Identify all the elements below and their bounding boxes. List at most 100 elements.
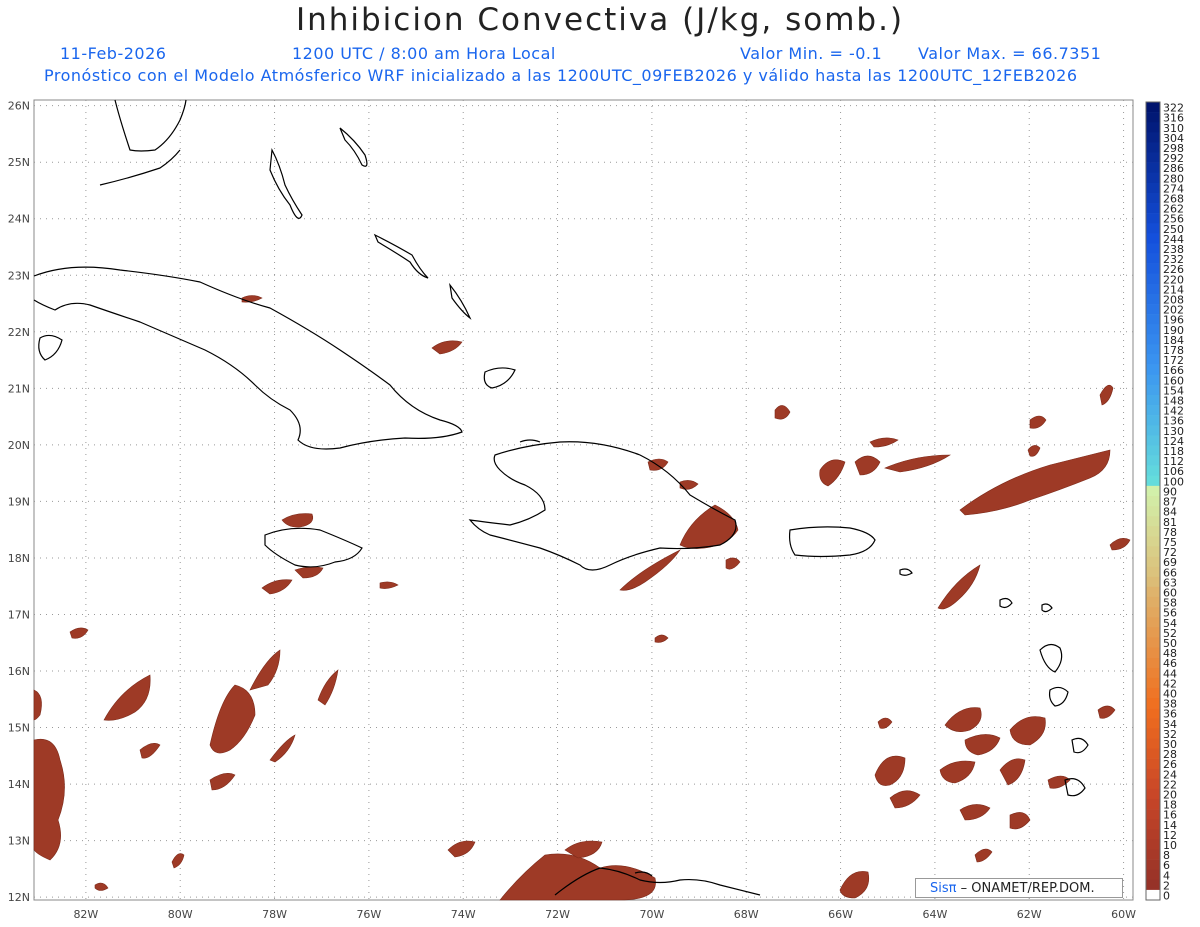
lat-label: 12N	[8, 891, 30, 904]
colorbar-swatch	[1146, 617, 1160, 628]
colorbar-swatch	[1146, 213, 1160, 224]
lat-label: 19N	[8, 495, 30, 508]
lon-label: 72W	[545, 908, 570, 921]
colorbar-swatch	[1146, 435, 1160, 446]
lat-label: 16N	[8, 665, 30, 678]
lat-label: 25N	[8, 156, 30, 169]
lon-label: 80W	[168, 908, 193, 921]
colorbar-swatch	[1146, 809, 1160, 820]
colorbar-swatch	[1146, 354, 1160, 365]
colorbar-swatch	[1146, 647, 1160, 658]
lat-label: 26N	[8, 100, 30, 113]
sispi-logo: Sisπ	[930, 881, 957, 896]
colorbar-swatch	[1146, 172, 1160, 184]
colorbar-swatch	[1146, 849, 1160, 860]
map-frame	[33, 99, 1134, 901]
colorbar-swatch	[1146, 344, 1160, 355]
colorbar-swatch	[1146, 304, 1160, 315]
colorbar-swatch	[1146, 829, 1160, 840]
colorbar-label: 0	[1163, 890, 1170, 903]
colorbar-swatch	[1146, 243, 1160, 254]
colorbar-swatch	[1146, 728, 1160, 739]
lat-label: 18N	[8, 552, 30, 565]
colorbar-swatch	[1146, 122, 1160, 133]
colorbar-swatch	[1146, 586, 1160, 598]
colorbar-swatch	[1146, 657, 1160, 668]
colorbar-swatch	[1146, 152, 1160, 163]
colorbar-swatch	[1146, 253, 1160, 264]
colorbar-swatch	[1146, 132, 1160, 143]
colorbar-swatch	[1146, 203, 1160, 214]
colorbar-swatch	[1146, 162, 1160, 174]
colorbar-swatch	[1146, 718, 1160, 729]
lat-label: 24N	[8, 213, 30, 226]
colorbar-swatch	[1146, 182, 1160, 194]
colorbar-swatch	[1146, 455, 1160, 466]
colorbar-swatch	[1146, 506, 1160, 517]
colorbar-swatch	[1146, 788, 1160, 800]
colorbar-swatch	[1146, 112, 1160, 123]
colorbar-swatch	[1146, 708, 1160, 719]
lat-label: 21N	[8, 382, 30, 395]
colorbar-swatch	[1146, 677, 1160, 689]
colorbar-swatch	[1146, 102, 1160, 113]
colorbar-swatch	[1146, 314, 1160, 325]
colorbar-swatch	[1146, 667, 1160, 679]
colorbar-swatch	[1146, 465, 1160, 477]
colorbar-swatch	[1146, 293, 1160, 305]
colorbar-swatch	[1146, 384, 1160, 396]
colorbar-swatch	[1146, 637, 1160, 648]
colorbar-swatch	[1146, 556, 1160, 567]
colorbar-swatch	[1146, 536, 1160, 547]
colorbar-swatch	[1146, 607, 1160, 618]
lon-label: 66W	[828, 908, 853, 921]
lat-label: 13N	[8, 835, 30, 848]
colorbar-swatch	[1146, 324, 1160, 335]
colorbar-swatch	[1146, 394, 1160, 406]
colorbar-swatch	[1146, 334, 1160, 345]
lon-label: 82W	[73, 908, 98, 921]
colorbar-swatch	[1146, 142, 1160, 153]
colorbar-swatch	[1146, 839, 1160, 850]
colorbar-swatch	[1146, 687, 1160, 699]
lon-label: 62W	[1017, 908, 1042, 921]
colorbar-swatch	[1146, 768, 1160, 780]
colorbar-swatch	[1146, 748, 1160, 759]
colorbar-swatch	[1146, 374, 1160, 386]
colorbar-swatch	[1146, 526, 1160, 537]
colorbar-swatch	[1146, 627, 1160, 638]
lon-label: 64W	[922, 908, 947, 921]
colorbar-swatch	[1146, 869, 1160, 881]
colorbar-swatch	[1146, 778, 1160, 790]
credit-org: – ONAMET/REP.DOM.	[960, 881, 1095, 896]
colorbar-swatch	[1146, 576, 1160, 588]
lat-label: 22N	[8, 326, 30, 339]
lon-label: 74W	[451, 908, 476, 921]
colorbar-swatch	[1146, 405, 1160, 416]
cin-map: 82W 80W 78W 76W 74W 72W 70W 68W 66W 64W 62W 60W 26N 2…	[8, 99, 1184, 921]
lon-label: 60W	[1111, 908, 1136, 921]
colorbar-swatch	[1146, 233, 1160, 244]
colorbar-swatch	[1146, 263, 1160, 275]
colorbar-swatch	[1146, 798, 1160, 810]
colorbar-swatch	[1146, 283, 1160, 295]
colorbar-swatch	[1146, 596, 1160, 608]
colorbar-swatch	[1146, 273, 1160, 285]
lat-label: 20N	[8, 439, 30, 452]
lon-label: 68W	[734, 908, 759, 921]
colorbar-swatch	[1146, 859, 1160, 870]
lat-label: 17N	[8, 608, 30, 621]
colorbar-swatch	[1146, 758, 1160, 769]
colorbar-swatch	[1146, 415, 1160, 426]
colorbar-swatch	[1146, 697, 1160, 709]
lat-label: 15N	[8, 722, 30, 735]
colorbar-swatch	[1146, 566, 1160, 578]
lon-label: 78W	[262, 908, 287, 921]
colorbar-swatch	[1146, 223, 1160, 234]
lon-label: 70W	[639, 908, 664, 921]
colorbar-swatch	[1146, 475, 1160, 487]
colorbar-swatch	[1146, 364, 1160, 376]
colorbar-swatch	[1146, 425, 1160, 436]
colorbar-swatch	[1146, 879, 1160, 891]
lon-label: 76W	[356, 908, 381, 921]
